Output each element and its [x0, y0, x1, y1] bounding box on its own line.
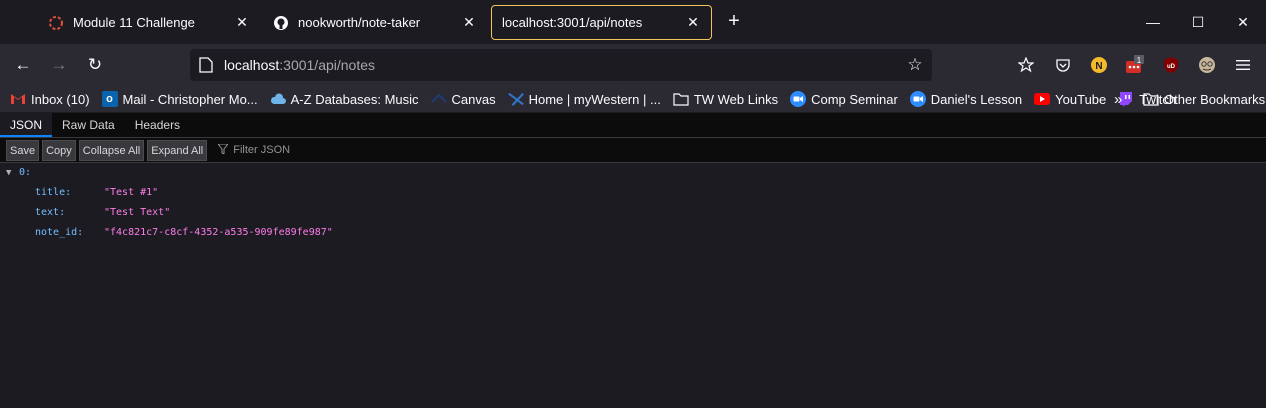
- maximize-button[interactable]: ☐: [1186, 10, 1210, 34]
- svg-text:N: N: [1095, 61, 1102, 72]
- copy-button[interactable]: Copy: [42, 139, 76, 161]
- bookmark-comp-seminar[interactable]: Comp Seminar: [790, 91, 898, 107]
- lastpass-icon[interactable]: 1: [1125, 55, 1145, 75]
- tab-json[interactable]: JSON: [0, 113, 53, 137]
- json-viewer-toolbar: Save Copy Collapse All Expand All Filter…: [0, 138, 1266, 163]
- json-index: 0:: [19, 167, 32, 178]
- filter-json-input[interactable]: Filter JSON: [217, 143, 291, 157]
- bookmark-tw-web-links[interactable]: TW Web Links: [673, 91, 778, 107]
- pocket-save-icon[interactable]: [1016, 55, 1036, 75]
- json-key: title:: [35, 187, 72, 198]
- bookmark-label: Inbox (10): [31, 91, 90, 107]
- tab-api-notes[interactable]: localhost:3001/api/notes ✕: [491, 5, 712, 40]
- bookmark-star-icon[interactable]: ☆: [906, 56, 924, 74]
- close-icon[interactable]: ✕: [685, 14, 701, 31]
- zoom-icon: [790, 91, 807, 107]
- menu-icon[interactable]: [1233, 55, 1253, 75]
- bookmark-label: Home | myWestern | ...: [528, 91, 661, 107]
- gmail-icon: [10, 91, 26, 107]
- bookmark-label: Canvas: [451, 91, 496, 107]
- url-host: localhost: [224, 57, 280, 73]
- json-key: note_id:: [35, 227, 84, 238]
- collapse-all-button[interactable]: Collapse All: [78, 139, 145, 161]
- folder-icon: [673, 91, 689, 107]
- json-key: text:: [35, 207, 66, 218]
- github-icon: [273, 15, 289, 31]
- bookmark-mail[interactable]: o Mail - Christopher Mo...: [101, 91, 258, 107]
- page-icon: [198, 57, 214, 73]
- json-tree: ▼ 0: title: "Test #1" text: "Test Text" …: [0, 163, 1266, 408]
- bookmark-canvas[interactable]: Canvas: [430, 91, 496, 107]
- bookmark-youtube[interactable]: YouTube: [1034, 91, 1106, 107]
- expand-arrow-icon[interactable]: ▼: [6, 163, 11, 183]
- youtube-icon: [1034, 91, 1051, 107]
- bookmark-label: Mail - Christopher Mo...: [122, 91, 258, 107]
- bookmarks-overflow-button[interactable]: »: [1114, 86, 1122, 112]
- circle-dashed-icon: [48, 15, 64, 31]
- json-value: "f4c821c7-c8cf-4352-a535-909fe89fe987": [104, 227, 333, 238]
- forward-button[interactable]: →: [47, 53, 71, 77]
- svg-text:1: 1: [1137, 56, 1142, 65]
- url-bar[interactable]: localhost:3001/api/notes ☆: [190, 49, 932, 81]
- tab-title: localhost:3001/api/notes: [502, 15, 643, 30]
- bookmark-mywestern[interactable]: Home | myWestern | ...: [507, 91, 661, 107]
- filter-placeholder: Filter JSON: [233, 144, 291, 156]
- json-value: "Test Text": [104, 207, 171, 218]
- tab-note-taker[interactable]: nookworth/note-taker ✕: [263, 5, 487, 40]
- pocket-icon[interactable]: [1053, 55, 1073, 75]
- json-viewer-tabs: JSON Raw Data Headers: [0, 113, 1266, 138]
- expand-all-button[interactable]: Expand All: [147, 139, 208, 161]
- close-icon[interactable]: ✕: [461, 14, 477, 31]
- filter-icon: [217, 143, 230, 157]
- bookmark-inbox[interactable]: Inbox (10): [10, 91, 90, 107]
- n-extension-icon[interactable]: N: [1089, 55, 1109, 75]
- bookmark-az-databases[interactable]: A-Z Databases: Music: [270, 91, 419, 107]
- json-row[interactable]: note_id: "f4c821c7-c8cf-4352-a535-909fe8…: [35, 223, 635, 243]
- zoom-icon: [909, 91, 926, 107]
- mywestern-icon: [507, 91, 524, 107]
- outlook-icon: o: [101, 91, 118, 107]
- other-bookmarks-folder[interactable]: Other Bookmarks: [1143, 86, 1265, 112]
- tab-raw-data[interactable]: Raw Data: [52, 113, 125, 137]
- bookmark-label: TW Web Links: [693, 91, 779, 107]
- tab-title: nookworth/note-taker: [298, 15, 421, 30]
- json-row[interactable]: text: "Test Text": [35, 203, 635, 223]
- bookmarks-toolbar: Inbox (10) o Mail - Christopher Mo... A-…: [0, 86, 1266, 112]
- url-path: :3001/api/notes: [279, 57, 376, 73]
- tab-title: Module 11 Challenge: [73, 15, 195, 30]
- bookmark-label: YouTube: [1055, 91, 1107, 107]
- bookmark-label: Daniel's Lesson: [930, 91, 1023, 107]
- navigation-toolbar: ← → ↻ localhost:3001/api/notes ☆ N 1 uD: [0, 44, 1266, 86]
- minimize-button[interactable]: —: [1141, 10, 1165, 34]
- new-tab-button[interactable]: +: [722, 10, 746, 34]
- json-row[interactable]: title: "Test #1": [35, 183, 635, 203]
- profile-avatar-icon[interactable]: [1197, 55, 1217, 75]
- ublock-icon[interactable]: uD: [1161, 55, 1181, 75]
- json-value: "Test #1": [104, 187, 159, 198]
- close-icon[interactable]: ✕: [234, 14, 250, 31]
- tab-headers[interactable]: Headers: [125, 113, 190, 137]
- tab-strip: Module 11 Challenge ✕ nookworth/note-tak…: [0, 0, 1266, 44]
- bookmark-daniels-lesson[interactable]: Daniel's Lesson: [909, 91, 1023, 107]
- bookmark-label: A-Z Databases: Music: [290, 91, 419, 107]
- folder-icon: [1143, 91, 1159, 107]
- back-button[interactable]: ←: [11, 53, 35, 77]
- reload-button[interactable]: ↻: [83, 53, 107, 77]
- tab-module-11[interactable]: Module 11 Challenge ✕: [38, 5, 260, 40]
- svg-text:uD: uD: [1167, 64, 1176, 70]
- bookmark-label: Comp Seminar: [811, 91, 898, 107]
- canvas-icon: [430, 91, 447, 107]
- other-bookmarks-label: Other Bookmarks: [1164, 91, 1266, 107]
- cloud-icon: [270, 91, 286, 107]
- close-window-button[interactable]: ✕: [1231, 10, 1255, 34]
- save-button[interactable]: Save: [6, 139, 40, 161]
